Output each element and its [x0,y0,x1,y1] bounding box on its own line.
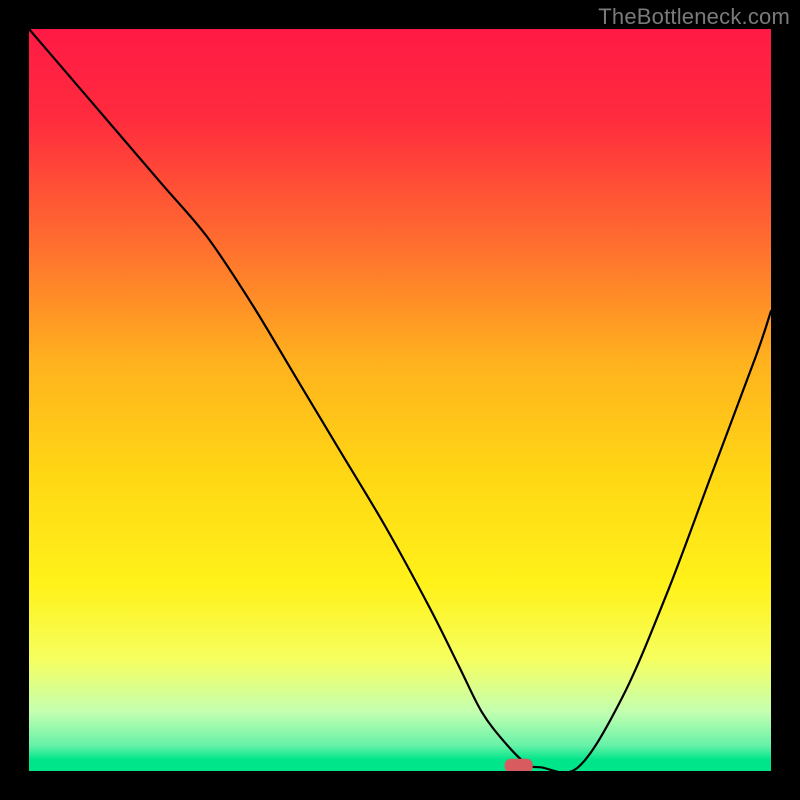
bottleneck-chart [29,29,771,771]
gradient-fill [29,29,771,771]
optimal-marker [505,759,533,771]
watermark-label: TheBottleneck.com [598,4,790,30]
chart-frame: TheBottleneck.com [0,0,800,800]
